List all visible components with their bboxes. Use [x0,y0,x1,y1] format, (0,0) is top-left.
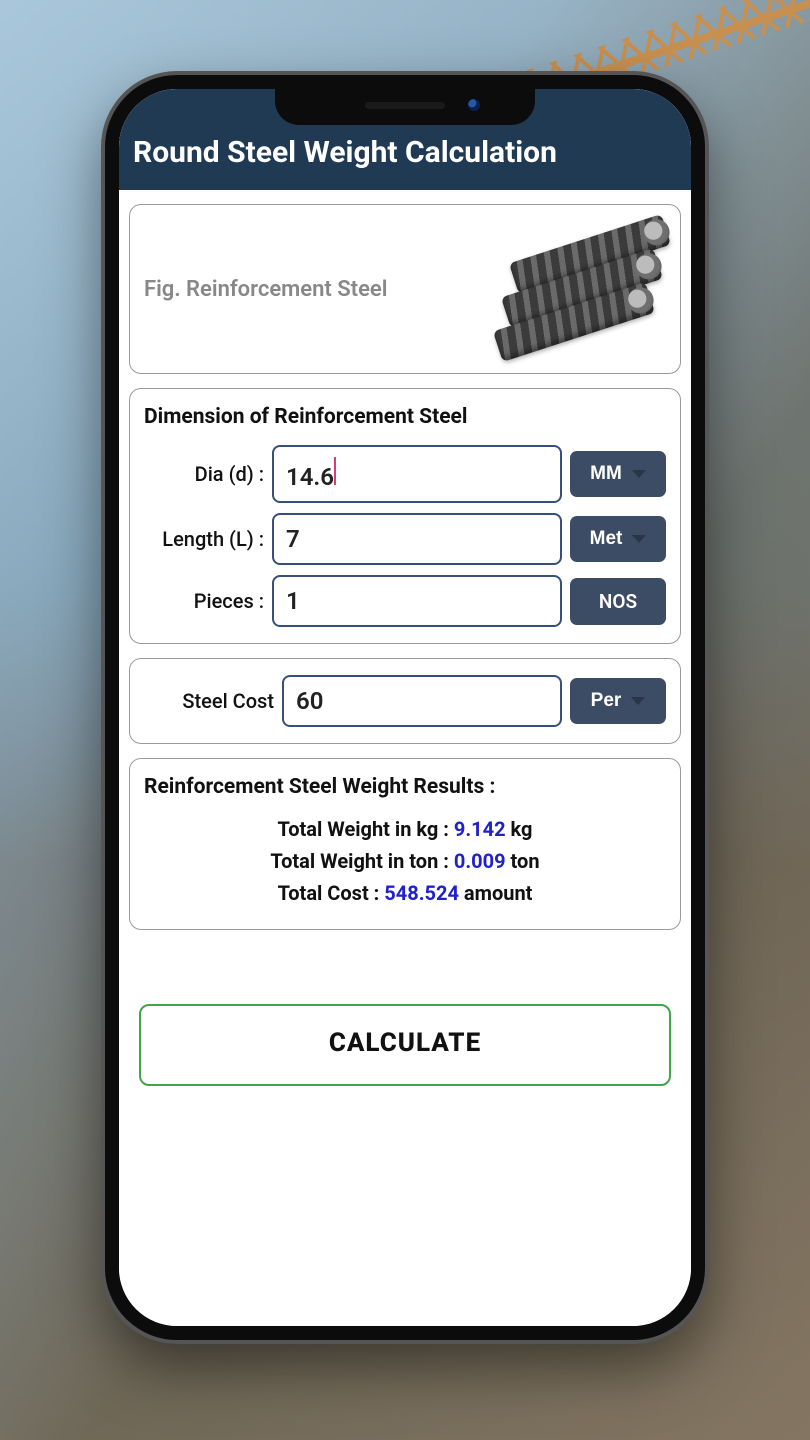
pieces-unit-badge: NOS [570,578,666,625]
pieces-input[interactable]: 1 [272,575,562,627]
calculate-label: CALCULATE [329,1028,481,1058]
dia-row: Dia (d) : 14.6 MM [144,445,666,503]
page-title: Round Steel Weight Calculation [133,135,557,170]
result-weight-ton: Total Weight in ton : 0.009 ton [144,849,666,873]
app-screen: Round Steel Weight Calculation Fig. Rein… [119,89,691,1326]
cost-input[interactable]: 60 [282,675,562,727]
phone-notch [275,87,535,125]
weight-ton-value: 0.009 [454,849,506,873]
result-weight-kg: Total Weight in kg : 9.142 kg [144,817,666,841]
chevron-down-icon [631,697,645,705]
length-label: Length (L) : [144,527,264,551]
result-total-cost: Total Cost : 548.524 amount [144,881,666,905]
length-unit-dropdown[interactable]: Met [570,516,666,562]
cost-label: Steel Cost [144,689,274,713]
pieces-row: Pieces : 1 NOS [144,575,666,627]
length-row: Length (L) : 7 Met [144,513,666,565]
dia-unit-dropdown[interactable]: MM [570,451,666,497]
calculate-button[interactable]: CALCULATE [139,1004,671,1086]
length-unit-label: Met [590,528,623,550]
dia-input[interactable]: 14.6 [272,445,562,503]
cost-row: Steel Cost 60 Per [144,675,666,727]
rebar-illustration [516,234,666,344]
cost-unit-label: Per [591,690,622,712]
dia-unit-label: MM [590,463,622,485]
total-cost-value: 548.524 [384,881,459,905]
results-title: Reinforcement Steel Weight Results : [144,775,666,799]
phone-frame: Round Steel Weight Calculation Fig. Rein… [105,75,705,1340]
dimensions-title: Dimension of Reinforcement Steel [144,405,666,429]
dia-label: Dia (d) : [144,462,264,486]
dimensions-card: Dimension of Reinforcement Steel Dia (d)… [129,388,681,644]
figure-caption: Fig. Reinforcement Steel [144,277,387,302]
pieces-unit-label: NOS [599,590,637,613]
text-cursor [334,457,336,485]
content-area: Fig. Reinforcement Steel Dimension of Re… [119,190,691,1326]
chevron-down-icon [632,535,646,543]
weight-kg-value: 9.142 [454,817,506,841]
figure-card: Fig. Reinforcement Steel [129,204,681,374]
length-input[interactable]: 7 [272,513,562,565]
pieces-label: Pieces : [144,589,264,613]
cost-card: Steel Cost 60 Per [129,658,681,744]
results-card: Reinforcement Steel Weight Results : Tot… [129,758,681,930]
cost-unit-dropdown[interactable]: Per [570,678,666,724]
chevron-down-icon [632,470,646,478]
